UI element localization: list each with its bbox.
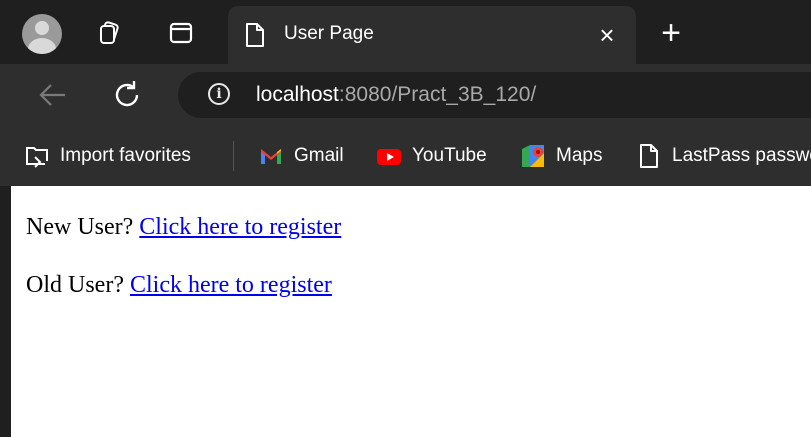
- bookmark-import-favorites[interactable]: Import favorites: [24, 140, 191, 172]
- new-tab-button[interactable]: +: [656, 16, 686, 50]
- avatar-head: [35, 21, 49, 35]
- url-path: :8080/Pract_3B_120/: [338, 83, 537, 106]
- tab-actions-icon: [169, 22, 193, 44]
- bookmarks-bar: Import favorites Gmail YouTube Maps Last…: [0, 126, 811, 186]
- old-user-register-link[interactable]: Click here to register: [130, 272, 332, 298]
- profile-avatar[interactable]: [22, 14, 62, 54]
- workspaces-icon: [100, 21, 119, 44]
- old-user-line: Old User? Click here to register: [26, 272, 332, 299]
- old-user-prefix: Old User?: [26, 272, 130, 298]
- bookmark-maps[interactable]: Maps: [520, 140, 602, 172]
- bookmark-lastpass[interactable]: LastPass passwo: [636, 140, 811, 172]
- tab-title: User Page: [284, 23, 374, 44]
- site-info-icon[interactable]: i: [208, 83, 230, 105]
- avatar-body: [28, 38, 56, 54]
- new-user-prefix: New User?: [26, 214, 140, 240]
- tab-strip: User Page × +: [0, 0, 811, 64]
- bookmark-label: Import favorites: [60, 145, 191, 166]
- bookmark-label: YouTube: [412, 145, 487, 166]
- bookmark-label: Gmail: [294, 145, 344, 166]
- maps-icon: [522, 145, 544, 167]
- bookmark-gmail[interactable]: Gmail: [258, 140, 344, 172]
- new-user-register-link[interactable]: Click here to register: [139, 214, 341, 240]
- address-bar[interactable]: i localhost:8080/Pract_3B_120/: [178, 72, 811, 118]
- refresh-icon[interactable]: [110, 78, 144, 112]
- youtube-icon: [377, 149, 401, 165]
- close-tab-icon[interactable]: ×: [594, 22, 620, 48]
- document-icon: [640, 144, 658, 168]
- new-user-line: New User? Click here to register: [26, 214, 341, 241]
- window-edge: [0, 186, 11, 437]
- workspaces-button[interactable]: [94, 18, 124, 48]
- back-arrow-icon[interactable]: [36, 78, 70, 112]
- import-favorites-icon: [26, 147, 48, 168]
- navigation-toolbar: i localhost:8080/Pract_3B_120/: [0, 64, 811, 126]
- address-url[interactable]: localhost:8080/Pract_3B_120/: [256, 83, 536, 107]
- bookmarks-separator: [233, 141, 234, 171]
- bookmark-youtube[interactable]: YouTube: [376, 140, 487, 172]
- gmail-icon: [261, 149, 281, 164]
- bookmark-label: Maps: [556, 145, 603, 166]
- browser-window: User Page × + i localhost:8080/Pract_3B_…: [0, 0, 811, 437]
- page-favicon-icon: [246, 23, 264, 47]
- tab-actions-button[interactable]: [166, 18, 196, 48]
- url-host: localhost: [256, 83, 339, 106]
- tab-user-page[interactable]: User Page ×: [228, 6, 636, 64]
- bookmark-label: LastPass passwo: [672, 145, 811, 166]
